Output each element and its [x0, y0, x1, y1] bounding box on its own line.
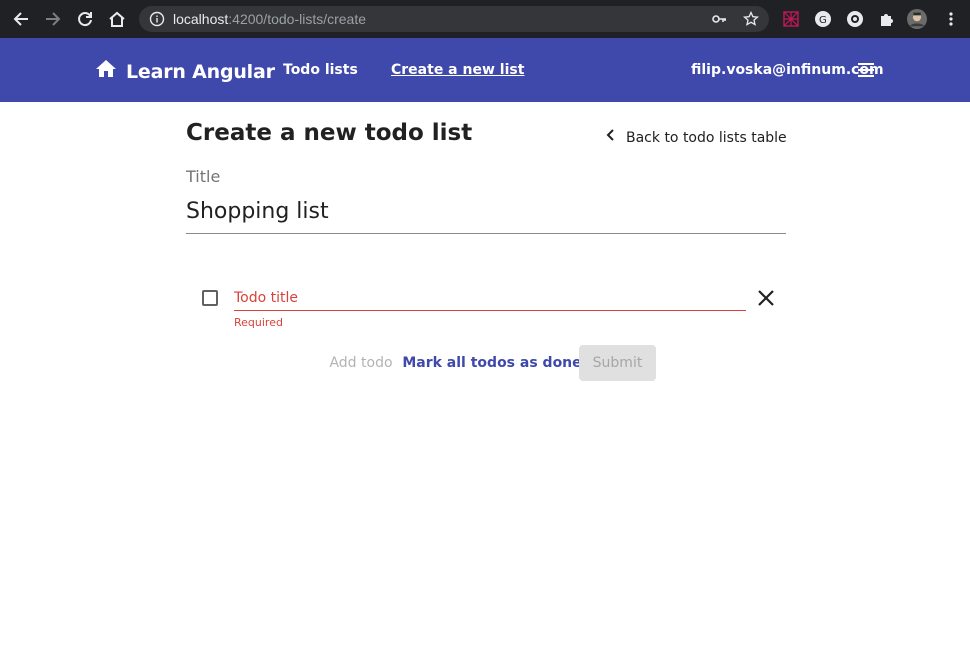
brand-link[interactable]: Learn Angular [94, 57, 275, 86]
title-field[interactable] [186, 195, 786, 227]
todo-underline [234, 310, 746, 311]
brand-title: Learn Angular [126, 60, 275, 83]
extension-grid-icon[interactable] [781, 9, 801, 29]
back-link-label: Back to todo lists table [626, 129, 787, 146]
forward-arrow-icon[interactable] [41, 7, 65, 31]
url-text: localhost:4200/todo-lists/create [173, 11, 366, 27]
url-path: :4200/todo-lists/create [228, 11, 367, 27]
kebab-menu-icon[interactable] [941, 9, 961, 29]
key-icon[interactable] [711, 11, 727, 27]
back-arrow-icon[interactable] [9, 7, 33, 31]
todo-error-text: Required [234, 316, 283, 329]
user-email: filip.voska@infinum.com [691, 62, 884, 78]
hamburger-menu-icon[interactable] [856, 60, 876, 80]
extension-circle-icon[interactable] [845, 9, 865, 29]
translate-icon[interactable]: G [813, 9, 833, 29]
add-todo-button[interactable]: Add todo [320, 345, 402, 381]
chevron-left-icon [604, 128, 618, 147]
star-icon[interactable] [743, 11, 759, 27]
home-icon[interactable] [105, 7, 129, 31]
home-icon [94, 57, 118, 86]
mark-all-done-button[interactable]: Mark all todos as done [402, 345, 581, 381]
todo-checkbox[interactable] [202, 290, 218, 306]
browser-toolbar: localhost:4200/todo-lists/create G [0, 0, 970, 38]
title-underline [186, 233, 786, 234]
info-icon[interactable] [149, 11, 165, 27]
nav-create-list[interactable]: Create a new list [391, 62, 524, 78]
reload-icon[interactable] [73, 7, 97, 31]
title-field-label: Title [186, 167, 221, 186]
close-icon[interactable] [756, 288, 776, 308]
address-bar[interactable]: localhost:4200/todo-lists/create [139, 6, 769, 32]
profile-avatar[interactable] [907, 9, 927, 29]
app-toolbar: Learn Angular Todo lists Create a new li… [0, 38, 970, 102]
submit-button[interactable]: Submit [579, 345, 656, 381]
page-title: Create a new todo list [186, 120, 473, 146]
nav-todo-lists[interactable]: Todo lists [283, 62, 358, 78]
svg-text:G: G [819, 15, 827, 26]
back-to-list-link[interactable]: Back to todo lists table [604, 128, 787, 147]
url-host: localhost [173, 11, 229, 27]
puzzle-icon[interactable] [877, 9, 897, 29]
todo-title-input[interactable] [234, 288, 746, 308]
